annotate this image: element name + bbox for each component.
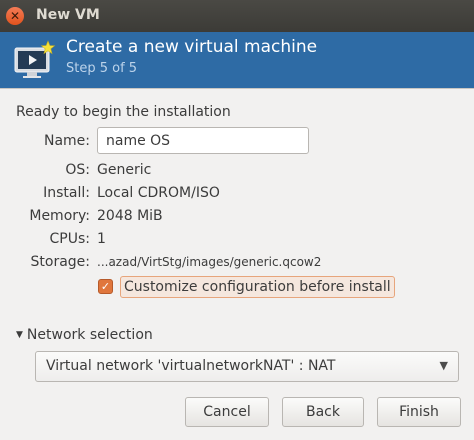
expander-triangle-icon: ▼	[16, 330, 23, 340]
window-title: New VM	[36, 7, 100, 23]
wizard-title: Create a new virtual machine	[66, 37, 318, 57]
os-label: OS:	[65, 162, 90, 178]
window-titlebar: ✕ New VM	[0, 0, 474, 32]
network-source-dropdown[interactable]: Virtual network 'virtualnetworkNAT' : NA…	[35, 351, 459, 382]
memory-label: Memory:	[29, 208, 90, 224]
section-heading: Ready to begin the installation	[16, 104, 231, 120]
chevron-down-icon: ▼	[439, 359, 448, 372]
cpus-label: CPUs:	[49, 231, 90, 247]
cpus-value: 1	[97, 231, 106, 247]
banner-divider	[0, 88, 474, 89]
vm-name-input[interactable]	[97, 127, 309, 154]
back-button[interactable]: Back	[282, 397, 364, 427]
storage-value: ...azad/VirtStg/images/generic.qcow2	[97, 255, 322, 269]
customize-checkbox[interactable]: ✓	[98, 279, 113, 294]
storage-label: Storage:	[30, 254, 91, 270]
name-label: Name:	[43, 133, 90, 149]
wizard-step-indicator: Step 5 of 5	[66, 61, 138, 76]
os-value: Generic	[97, 162, 152, 178]
memory-value: 2048 MiB	[97, 208, 163, 224]
customize-checkbox-row[interactable]: ✓ Customize configuration before install	[96, 276, 395, 298]
customize-checkbox-label[interactable]: Customize configuration before install	[120, 276, 395, 298]
install-label: Install:	[43, 185, 90, 201]
close-window-button[interactable]: ✕	[6, 7, 24, 25]
finish-button[interactable]: Finish	[377, 397, 461, 427]
network-selection-label: Network selection	[26, 327, 153, 343]
cancel-button[interactable]: Cancel	[185, 397, 269, 427]
network-selection-expander[interactable]: ▼ Network selection	[16, 327, 153, 343]
network-source-value: Virtual network 'virtualnetworkNAT' : NA…	[46, 358, 336, 374]
vm-monitor-icon	[14, 40, 56, 78]
wizard-banner: Create a new virtual machine Step 5 of 5	[0, 32, 474, 88]
install-value: Local CDROM/ISO	[97, 185, 220, 201]
